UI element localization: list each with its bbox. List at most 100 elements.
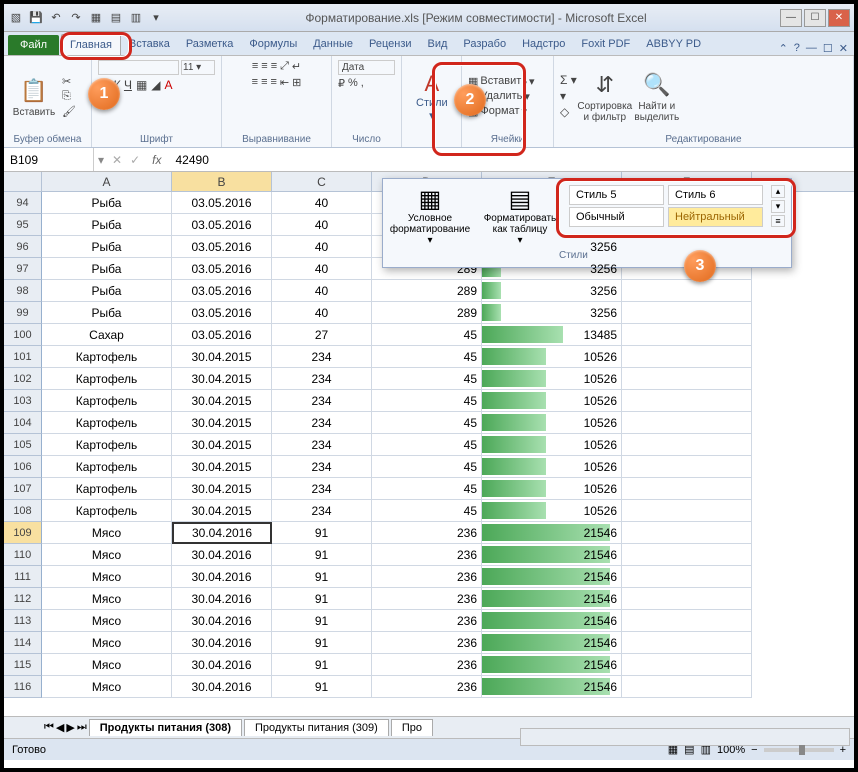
align-left-icon[interactable]: ≡ xyxy=(252,76,258,89)
cell[interactable] xyxy=(622,412,752,434)
row-header[interactable]: 103 xyxy=(4,390,42,412)
row-header[interactable]: 100 xyxy=(4,324,42,346)
undo-icon[interactable]: ↶ xyxy=(48,10,64,26)
gallery-more-icon[interactable]: ≡ xyxy=(771,215,785,227)
cell[interactable]: 236 xyxy=(372,632,482,654)
cell[interactable] xyxy=(622,368,752,390)
cell[interactable] xyxy=(622,522,752,544)
cell[interactable]: 03.05.2016 xyxy=(172,280,272,302)
row-header[interactable]: 98 xyxy=(4,280,42,302)
tab-nav-first-icon[interactable]: ⏮ xyxy=(44,721,54,734)
cell-databar[interactable]: 10526 xyxy=(482,500,622,522)
cell[interactable] xyxy=(622,588,752,610)
row-header[interactable]: 111 xyxy=(4,566,42,588)
ribbon-tab-рецензи[interactable]: Рецензи xyxy=(361,34,420,55)
align-top-icon[interactable]: ≡ xyxy=(252,60,258,73)
align-right-icon[interactable]: ≡ xyxy=(270,76,276,89)
row-header[interactable]: 113 xyxy=(4,610,42,632)
cell-databar[interactable]: 10526 xyxy=(482,368,622,390)
align-center-icon[interactable]: ≡ xyxy=(261,76,267,89)
ribbon-tab-abbyy pd[interactable]: ABBYY PD xyxy=(638,34,709,55)
cell[interactable] xyxy=(622,610,752,632)
ribbon-tab-надстро[interactable]: Надстро xyxy=(514,34,573,55)
cell-databar[interactable]: 10526 xyxy=(482,346,622,368)
zoom-slider[interactable] xyxy=(764,748,834,752)
cell-databar[interactable]: 21546 xyxy=(482,588,622,610)
cell[interactable]: 45 xyxy=(372,500,482,522)
cell[interactable] xyxy=(622,478,752,500)
cell[interactable] xyxy=(622,676,752,698)
cell[interactable]: 236 xyxy=(372,610,482,632)
cell[interactable]: 91 xyxy=(272,588,372,610)
sort-filter-button[interactable]: ⇵ Сортировка и фильтр xyxy=(581,69,629,123)
row-header[interactable]: 104 xyxy=(4,412,42,434)
cell[interactable]: 91 xyxy=(272,632,372,654)
underline-button[interactable]: Ч xyxy=(124,78,132,92)
cell[interactable]: Картофель xyxy=(42,500,172,522)
cell[interactable] xyxy=(622,544,752,566)
gallery-up-icon[interactable]: ▴ xyxy=(771,185,785,198)
cell-databar[interactable]: 3256 xyxy=(482,280,622,302)
clear-icon[interactable]: ◇ xyxy=(560,105,577,119)
cell[interactable]: Мясо xyxy=(42,522,172,544)
cell[interactable]: 40 xyxy=(272,192,372,214)
cell[interactable]: 234 xyxy=(272,456,372,478)
cell[interactable] xyxy=(622,324,752,346)
cell-databar[interactable]: 3256 xyxy=(482,302,622,324)
format-painter-icon[interactable]: 🖌 xyxy=(62,105,76,118)
qa-dropdown-icon[interactable]: ▾ xyxy=(148,10,164,26)
cell[interactable]: 03.05.2016 xyxy=(172,324,272,346)
row-header[interactable]: 112 xyxy=(4,588,42,610)
cell[interactable]: 289 xyxy=(372,302,482,324)
row-header[interactable]: 108 xyxy=(4,500,42,522)
cell[interactable]: 40 xyxy=(272,280,372,302)
cell[interactable]: 03.05.2016 xyxy=(172,236,272,258)
cell-databar[interactable]: 21546 xyxy=(482,676,622,698)
cell[interactable]: 30.04.2016 xyxy=(172,544,272,566)
name-box[interactable]: B109 xyxy=(4,148,94,171)
fill-icon[interactable]: ▾ xyxy=(560,89,577,103)
file-tab[interactable]: Файл xyxy=(8,35,59,55)
format-cells-button[interactable]: ▦ Формат ▾ xyxy=(468,105,535,118)
merge-icon[interactable]: ⊞ xyxy=(292,76,301,89)
cell[interactable]: Рыба xyxy=(42,280,172,302)
row-header[interactable]: 95 xyxy=(4,214,42,236)
row-header[interactable]: 116 xyxy=(4,676,42,698)
cell[interactable]: Мясо xyxy=(42,544,172,566)
cell[interactable]: 236 xyxy=(372,676,482,698)
qa-icon[interactable]: ▥ xyxy=(128,10,144,26)
cell-databar[interactable]: 21546 xyxy=(482,610,622,632)
cell[interactable]: 45 xyxy=(372,456,482,478)
cell[interactable] xyxy=(622,500,752,522)
sheet-tab-active[interactable]: Продукты питания (308) xyxy=(89,719,242,736)
cell[interactable]: 30.04.2015 xyxy=(172,390,272,412)
cell[interactable]: 40 xyxy=(272,302,372,324)
row-header[interactable]: 114 xyxy=(4,632,42,654)
cell[interactable]: 30.04.2016 xyxy=(172,588,272,610)
cell[interactable]: 45 xyxy=(372,368,482,390)
column-header-C[interactable]: C xyxy=(272,172,372,191)
gallery-down-icon[interactable]: ▾ xyxy=(771,200,785,213)
horizontal-scrollbar[interactable] xyxy=(520,728,850,746)
row-header[interactable]: 102 xyxy=(4,368,42,390)
row-header[interactable]: 96 xyxy=(4,236,42,258)
column-header-B[interactable]: B xyxy=(172,172,272,191)
align-bot-icon[interactable]: ≡ xyxy=(271,60,277,73)
cell[interactable]: 30.04.2016 xyxy=(172,522,272,544)
cell-databar[interactable]: 10526 xyxy=(482,390,622,412)
ribbon-tab-главная[interactable]: Главная xyxy=(61,34,121,55)
cell[interactable]: 91 xyxy=(272,676,372,698)
cell-style-6[interactable]: Стиль 6 xyxy=(668,185,763,205)
cell[interactable]: 40 xyxy=(272,258,372,280)
cell[interactable]: 45 xyxy=(372,478,482,500)
cell[interactable]: 45 xyxy=(372,324,482,346)
cell[interactable]: 30.04.2015 xyxy=(172,346,272,368)
ribbon-tab-вставка[interactable]: Вставка xyxy=(121,34,178,55)
conditional-formatting-button[interactable]: ▦ Условное форматирование ▾ xyxy=(389,185,471,246)
cell[interactable]: 289 xyxy=(372,280,482,302)
maximize-button[interactable]: ☐ xyxy=(804,9,826,27)
cell[interactable] xyxy=(622,346,752,368)
help-icon[interactable]: ? xyxy=(794,42,800,55)
cell[interactable]: Мясо xyxy=(42,654,172,676)
window-min-icon[interactable]: — xyxy=(806,42,817,55)
